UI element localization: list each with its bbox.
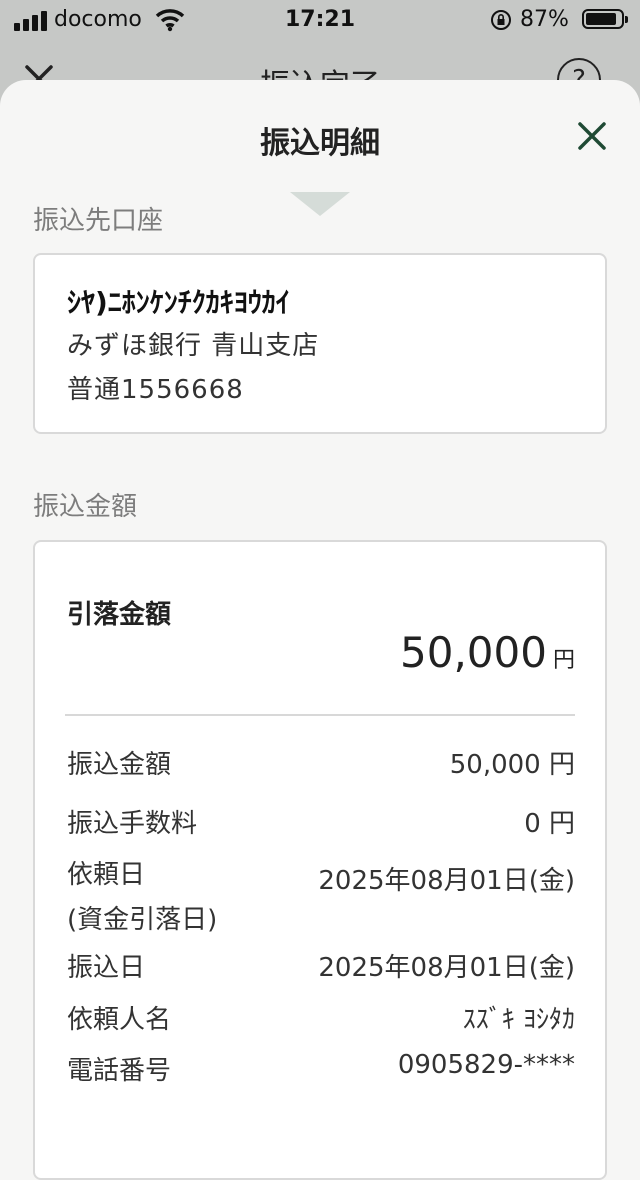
row-label-group: 依頼日 (資金引落日) — [67, 854, 217, 936]
sheet-title: 振込明細 — [260, 126, 380, 161]
row-label: 振込手数料 — [67, 809, 198, 839]
row-value: 0905829-**** — [397, 1050, 575, 1080]
bank-branch: みずほ銀行 青山支店 — [67, 331, 320, 361]
row-label: 電話番号 — [67, 1056, 172, 1086]
row-label: 依頼人名 — [67, 1005, 172, 1035]
row-label: 振込日 — [67, 953, 146, 983]
orientation-lock-icon — [491, 10, 511, 30]
row-value: 2025年08月01日(金) — [318, 953, 575, 983]
row-value: 0 円 — [524, 809, 575, 839]
withdrawal-amount-value: 50,000 — [400, 628, 547, 677]
divider — [65, 714, 575, 716]
row-value: 2025年08月01日(金) — [318, 866, 575, 896]
withdrawal-unit: 円 — [552, 648, 575, 673]
row-label: 依頼日 — [67, 860, 146, 890]
account-number: 普通1556668 — [67, 375, 244, 405]
battery-icon — [582, 9, 628, 29]
row-sublabel: (資金引落日) — [67, 905, 218, 935]
row-value: 50,000 円 — [449, 750, 575, 780]
withdrawal-amount: 50,000 円 — [400, 628, 575, 677]
account-name: ｼﾔ)ﾆﾎﾝｹﾝﾁｸｶｷﾖｳｶｲ — [67, 286, 290, 319]
close-button[interactable] — [572, 116, 612, 156]
row-label: 振込金額 — [67, 750, 172, 780]
row-value: ｽｽﾞｷ ﾖｼﾀｶ — [462, 1005, 575, 1035]
amount-card: 引落金額 50,000 円 振込金額 50,000 円 振込手数料 0 円 依頼日… — [33, 540, 607, 1180]
status-bar: docomo 17:21 87% — [0, 0, 640, 40]
amount-section-label: 振込金額 — [33, 492, 138, 522]
withdrawal-label: 引落金額 — [67, 600, 172, 630]
battery-percent: 87% — [520, 7, 569, 32]
transfer-detail-sheet: 振込明細 振込先口座 ｼﾔ)ﾆﾎﾝｹﾝﾁｸｶｷﾖｳｶｲ みずほ銀行 青山支店 普… — [0, 80, 640, 1180]
pointer-triangle — [290, 192, 350, 216]
destination-account-card: ｼﾔ)ﾆﾎﾝｹﾝﾁｸｶｷﾖｳｶｲ みずほ銀行 青山支店 普通1556668 — [33, 253, 607, 434]
destination-section-label: 振込先口座 — [33, 206, 164, 236]
